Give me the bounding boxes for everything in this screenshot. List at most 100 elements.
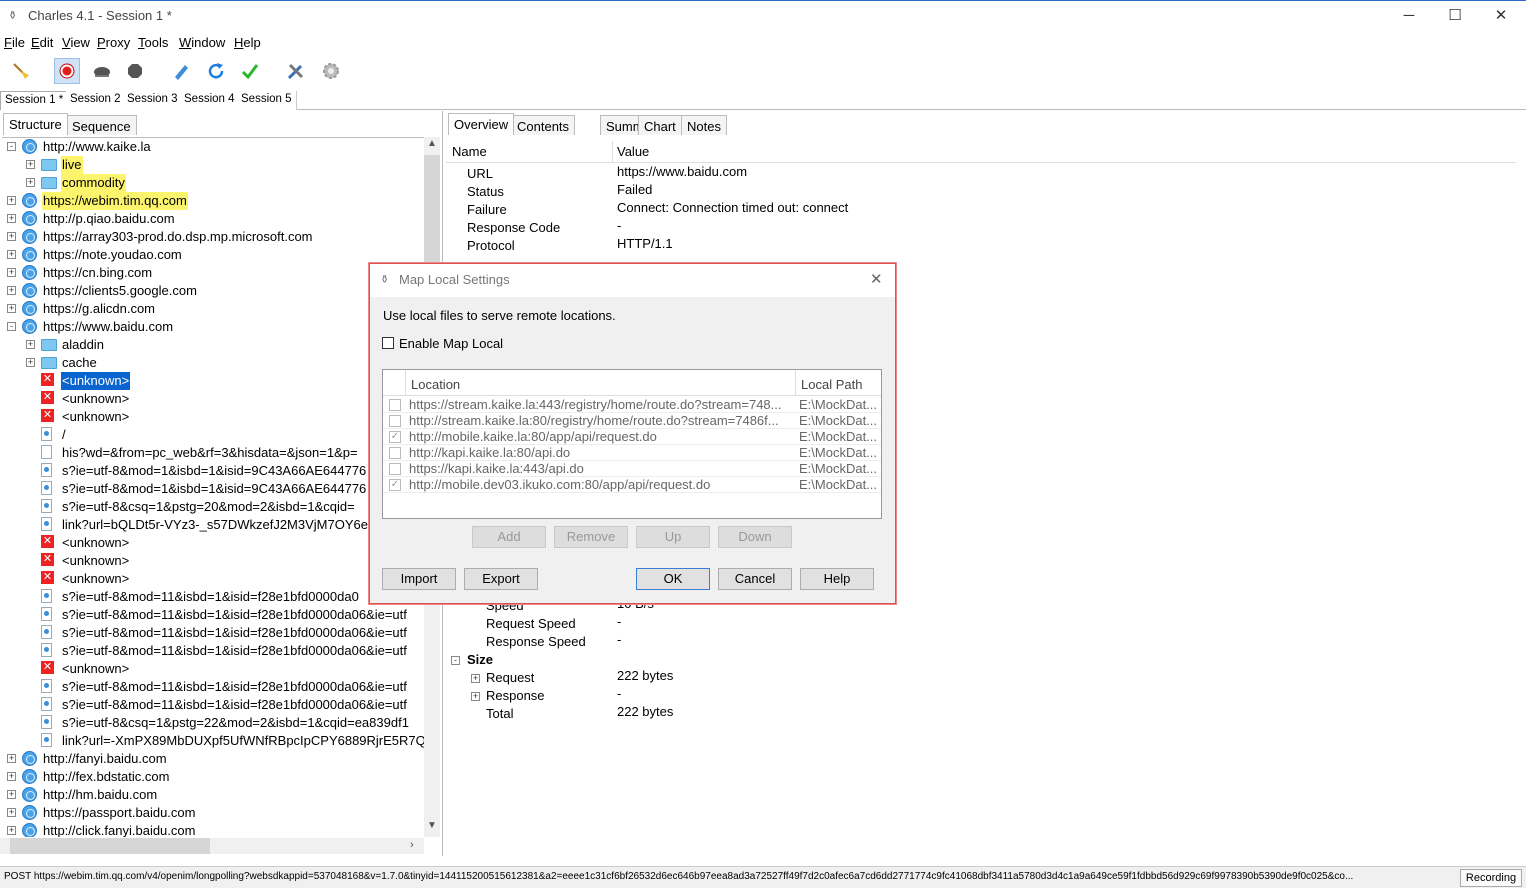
tree-row[interactable]: ✕ <unknown> [2, 390, 424, 408]
tree-row[interactable]: s?ie=utf-8&mod=11&isbd=1&isid=f28e1bfd00… [2, 678, 424, 696]
tree-row[interactable]: + https://note.youdao.com [2, 246, 424, 264]
tree-scroll-thumb[interactable] [424, 155, 440, 275]
tree-row[interactable]: s?ie=utf-8&mod=11&isbd=1&isid=f28e1bfd00… [2, 606, 424, 624]
menu-tools[interactable]: Tools [138, 35, 168, 50]
tree-row[interactable]: ✕ <unknown> [2, 570, 424, 588]
validate-icon[interactable] [237, 58, 263, 84]
expand-icon[interactable]: + [7, 232, 16, 241]
column-value[interactable]: Value [617, 144, 649, 159]
settings-icon[interactable] [318, 58, 344, 84]
expand-icon[interactable]: + [7, 304, 16, 313]
menu-file[interactable]: File [4, 35, 25, 50]
tree-row[interactable]: s?ie=utf-8&mod=11&isbd=1&isid=f28e1bfd00… [2, 696, 424, 714]
scroll-right-icon[interactable]: › [410, 839, 414, 851]
tools-icon[interactable] [283, 58, 309, 84]
tree-row[interactable]: + http://fex.bdstatic.com [2, 768, 424, 786]
tree-row[interactable]: + http://click.fanyi.baidu.com [2, 822, 424, 837]
location-enabled-checkbox[interactable] [389, 399, 401, 411]
tree-row[interactable]: + https://clients5.google.com [2, 282, 424, 300]
tree-row[interactable]: + http://p.qiao.baidu.com [2, 210, 424, 228]
minimize-button[interactable]: ─ [1386, 3, 1432, 29]
ok-button[interactable]: OK [636, 568, 710, 590]
tree-row[interactable]: ✕ <unknown> [2, 660, 424, 678]
tree-row[interactable]: + live [2, 156, 424, 174]
column-local-path[interactable]: Local Path [801, 377, 862, 392]
tree-row[interactable]: ✕ <unknown> [2, 534, 424, 552]
tab-session-5[interactable]: Session 5 [237, 91, 297, 110]
expand-icon[interactable]: + [7, 286, 16, 295]
location-row[interactable]: http://kapi.kaike.la:80/api.do E:\MockDat… [383, 445, 881, 461]
expand-icon[interactable]: + [471, 674, 480, 683]
import-button[interactable]: Import [382, 568, 456, 590]
expand-icon[interactable]: + [7, 214, 16, 223]
repeat-icon[interactable] [203, 58, 229, 84]
enable-map-local-label[interactable]: Enable Map Local [399, 336, 503, 351]
tree-row[interactable]: + https://cn.bing.com [2, 264, 424, 282]
tree-row[interactable]: / [2, 426, 424, 444]
location-row[interactable]: https://stream.kaike.la:443/registry/hom… [383, 397, 881, 413]
enable-map-local-checkbox[interactable] [382, 337, 394, 349]
tree-row[interactable]: s?ie=utf-8&mod=11&isbd=1&isid=f28e1bfd00… [2, 624, 424, 642]
location-enabled-checkbox[interactable] [389, 463, 401, 475]
collapse-icon[interactable]: - [7, 142, 16, 151]
tree-row[interactable]: + http://hm.baidu.com [2, 786, 424, 804]
location-row[interactable]: ✓ http://mobile.kaike.la:80/app/api/reque… [383, 429, 881, 445]
throttle-icon[interactable] [89, 58, 115, 84]
tree-row[interactable]: - https://www.baidu.com [2, 318, 424, 336]
collapse-icon[interactable]: - [7, 322, 16, 331]
expand-icon[interactable]: + [471, 692, 480, 701]
dialog-close-icon[interactable]: ✕ [870, 270, 883, 288]
expand-icon[interactable]: + [7, 808, 16, 817]
expand-icon[interactable]: + [26, 340, 35, 349]
tree-row[interactable]: ✕ <unknown> [2, 552, 424, 570]
tree-row[interactable]: + cache [2, 354, 424, 372]
expand-icon[interactable]: + [7, 754, 16, 763]
add-button[interactable]: Add [472, 526, 546, 548]
expand-icon[interactable]: + [7, 790, 16, 799]
maximize-button[interactable]: ☐ [1432, 3, 1478, 29]
tree-row[interactable]: + https://g.alicdn.com [2, 300, 424, 318]
structure-tree[interactable]: - http://www.kaike.la + live + commodity + http… [2, 137, 424, 837]
menu-proxy[interactable]: Proxy [97, 35, 130, 50]
compose-icon[interactable] [168, 58, 194, 84]
scroll-up-icon[interactable]: ▲ [427, 138, 437, 149]
expand-icon[interactable]: + [7, 268, 16, 277]
tree-row[interactable]: s?ie=utf-8&mod=1&isbd=1&isid=9C43A66AE64… [2, 462, 424, 480]
down-button[interactable]: Down [718, 526, 792, 548]
expand-icon[interactable]: + [7, 250, 16, 259]
tree-row[interactable]: s?ie=utf-8&mod=11&isbd=1&isid=f28e1bfd00… [2, 588, 424, 606]
broom-icon[interactable] [8, 58, 34, 84]
tab-structure[interactable]: Structure [3, 113, 68, 135]
record-icon[interactable] [54, 58, 80, 84]
tree-row[interactable]: s?ie=utf-8&mod=1&isbd=1&isid=9C43A66AE64… [2, 480, 424, 498]
location-enabled-checkbox[interactable]: ✓ [389, 431, 401, 443]
tree-hscroll-thumb[interactable] [10, 838, 210, 854]
help-button[interactable]: Help [800, 568, 874, 590]
tree-row[interactable]: s?ie=utf-8&mod=11&isbd=1&isid=f28e1bfd00… [2, 642, 424, 660]
tab-session-2[interactable]: Session 2 [66, 91, 126, 110]
tree-row[interactable]: + commodity [2, 174, 424, 192]
location-enabled-checkbox[interactable] [389, 447, 401, 459]
tab-overview[interactable]: Overview [448, 113, 515, 135]
export-button[interactable]: Export [464, 568, 538, 590]
tree-row[interactable]: s?ie=utf-8&csq=1&pstg=22&mod=2&isbd=1&cq… [2, 714, 424, 732]
tree-row[interactable]: + https://passport.baidu.com [2, 804, 424, 822]
tree-row[interactable]: his?wd=&from=pc_web&rf=3&hisdata=&json=1… [2, 444, 424, 462]
tab-session-4[interactable]: Session 4 [180, 91, 240, 110]
location-row[interactable]: ✓ http://mobile.dev03.ikuko.com:80/app/ap… [383, 477, 881, 493]
recording-indicator[interactable]: Recording [1460, 869, 1522, 887]
expand-icon[interactable]: + [26, 178, 35, 187]
menu-view[interactable]: View [62, 35, 90, 50]
expand-icon[interactable]: + [26, 160, 35, 169]
tree-row[interactable]: ✕ <unknown> [2, 408, 424, 426]
location-row[interactable]: https://kapi.kaike.la:443/api.do E:\MockD… [383, 461, 881, 477]
tree-row[interactable]: + https://array303-prod.do.dsp.mp.microso… [2, 228, 424, 246]
expand-icon[interactable]: + [7, 826, 16, 835]
tree-row[interactable]: + http://fanyi.baidu.com [2, 750, 424, 768]
location-enabled-checkbox[interactable] [389, 415, 401, 427]
remove-button[interactable]: Remove [554, 526, 628, 548]
tree-row[interactable]: + aladdin [2, 336, 424, 354]
tab-notes[interactable]: Notes [681, 115, 727, 135]
column-name[interactable]: Name [452, 144, 487, 159]
tree-row[interactable]: link?url=bQLDt5r-VYz3-_s57DWkzefJ2M3VjM7… [2, 516, 424, 534]
